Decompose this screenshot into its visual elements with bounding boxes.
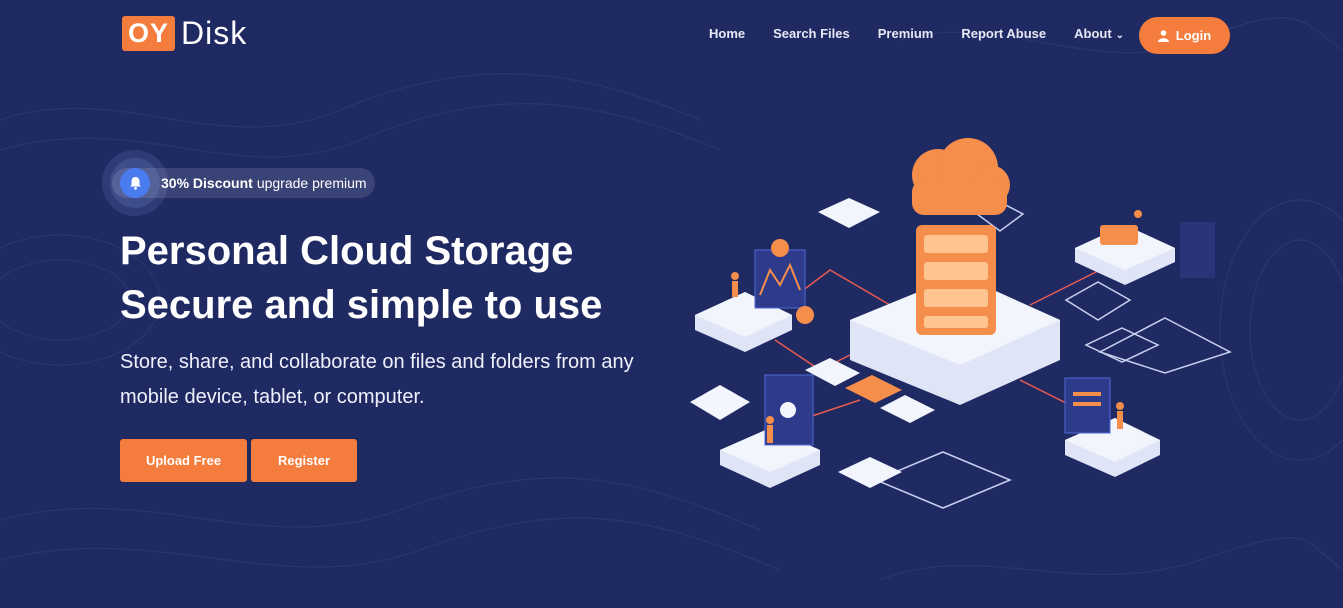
register-button[interactable]: Register	[251, 439, 357, 482]
chevron-down-icon: ⌄	[1115, 30, 1125, 41]
logo[interactable]: OY Disk	[122, 15, 247, 51]
nav-report-abuse[interactable]: Report Abuse	[961, 26, 1046, 41]
badge-text: upgrade premium	[256, 175, 367, 191]
cloud-storage-illustration	[690, 138, 1232, 509]
logo-text: Disk	[181, 14, 248, 51]
login-label: Login	[1175, 28, 1212, 43]
nav-premium[interactable]: Premium	[878, 26, 934, 41]
hero-headline: Personal Cloud Storage Secure and simple…	[120, 224, 680, 332]
upload-free-button[interactable]: Upload Free	[120, 439, 247, 482]
logo-box: OY	[122, 15, 176, 51]
bell-icon	[120, 168, 150, 198]
nav-about[interactable]: About ⌄	[1074, 26, 1124, 41]
badge-bold: 30% Discount	[161, 175, 253, 191]
hero-subtext: Store, share, and collaborate on files a…	[120, 351, 634, 408]
login-button[interactable]: Login	[1139, 17, 1230, 54]
nav-about-label: About	[1074, 26, 1112, 41]
user-icon	[1157, 29, 1169, 42]
headline-line-1: Personal Cloud Storage	[120, 229, 574, 273]
nav-search-files[interactable]: Search Files	[773, 26, 850, 41]
main-nav: Home Search Files Premium Report Abuse A…	[709, 26, 1152, 41]
headline-line-2: Secure and simple to use	[120, 283, 603, 327]
discount-badge[interactable]: 30% Discount upgrade premium	[112, 168, 375, 198]
nav-home[interactable]: Home	[709, 26, 745, 41]
